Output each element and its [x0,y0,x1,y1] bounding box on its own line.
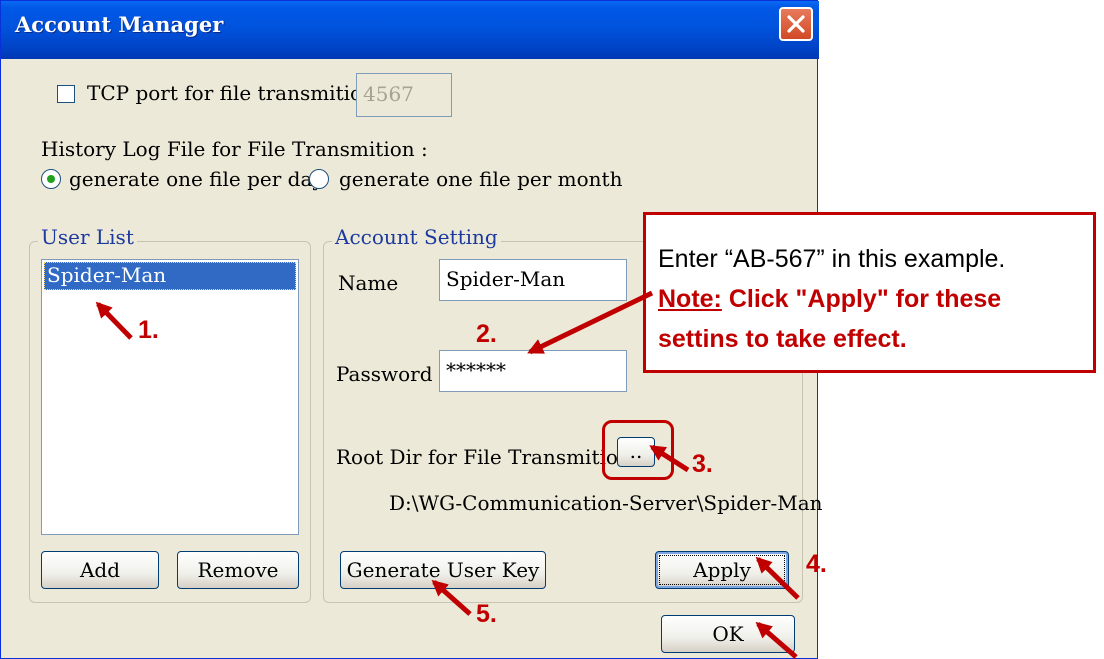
arrow-step-5 [431,579,472,616]
arrow-step-3 [649,444,690,473]
arrow-step-4 [755,556,800,600]
arrow-step-1 [95,301,133,340]
arrow-callout-to-password [527,290,654,355]
arrow-ok [755,621,798,659]
annotation-arrows [95,290,800,659]
